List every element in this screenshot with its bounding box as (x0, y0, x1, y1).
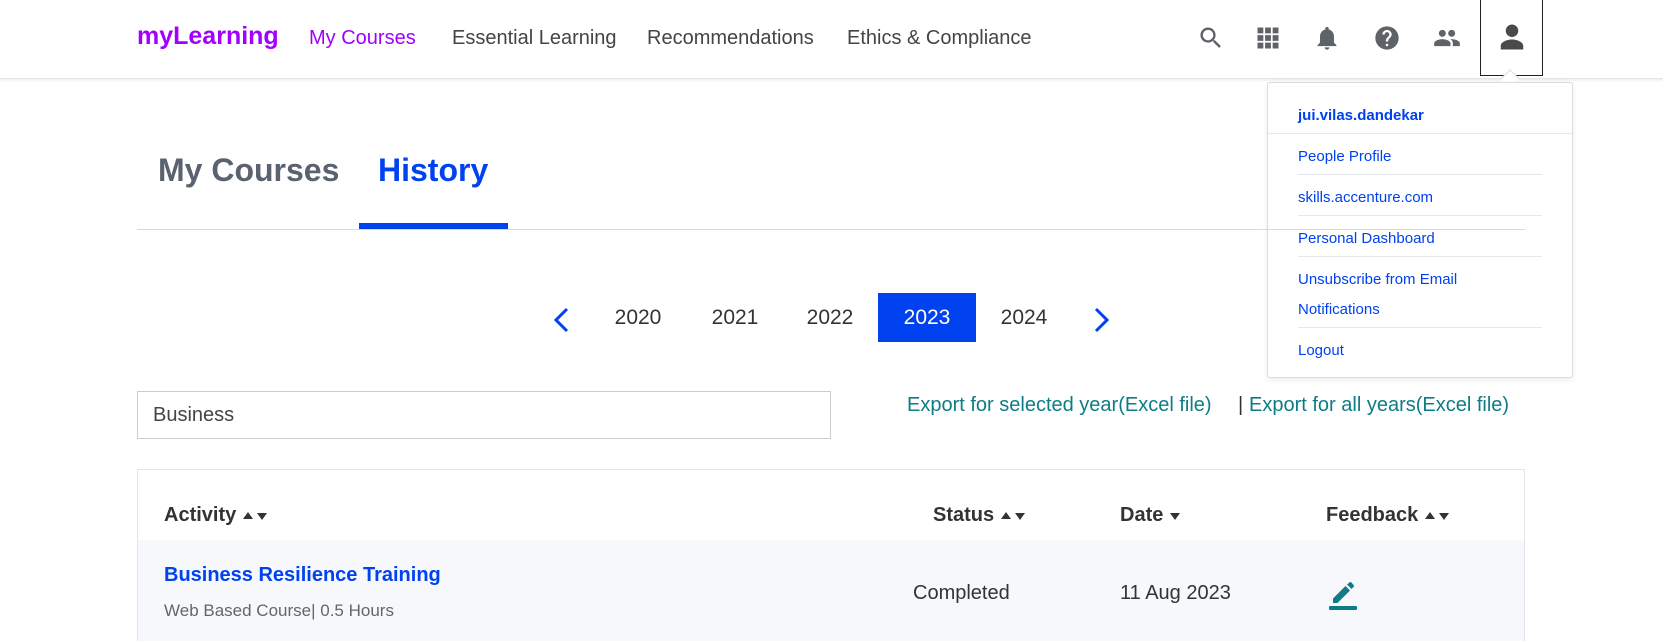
column-header-label: Date (1120, 504, 1164, 526)
column-header-label: Activity (164, 504, 237, 526)
chevron-left-icon[interactable] (547, 303, 577, 337)
export-selected-year-link[interactable]: Export for selected year(Excel file) (907, 394, 1212, 417)
profile-dropdown: jui.vilas.dandekar People Profile skills… (1267, 82, 1573, 378)
tab-my-courses[interactable]: My Courses (158, 152, 339, 189)
edit-feedback-icon[interactable] (1326, 577, 1360, 611)
sort-toggle-icon[interactable] (242, 511, 270, 521)
search-input[interactable] (137, 391, 831, 439)
sort-toggle-icon[interactable] (1424, 511, 1452, 521)
column-header-label: Feedback (1326, 504, 1419, 526)
course-status: Completed (913, 582, 1010, 604)
column-header-activity[interactable]: Activity (164, 504, 270, 527)
course-date: 11 Aug 2023 (1120, 582, 1231, 604)
year-2022[interactable]: 2022 (784, 293, 876, 342)
menu-item-people-profile[interactable]: People Profile (1298, 142, 1391, 172)
menu-item-unsubscribe-line2[interactable]: Notifications (1298, 295, 1380, 325)
nav-ethics-compliance[interactable]: Ethics & Compliance (847, 27, 1032, 50)
menu-item-skills[interactable]: skills.accenture.com (1298, 183, 1433, 213)
divider (1298, 256, 1542, 257)
course-meta: Web Based Course| 0.5 Hours (164, 601, 394, 620)
tab-history[interactable]: History (378, 152, 488, 189)
course-title-link[interactable]: Business Resilience Training (164, 564, 441, 587)
chevron-right-icon[interactable] (1086, 303, 1116, 337)
export-all-years-link[interactable]: Export for all years(Excel file) (1249, 394, 1509, 417)
user-icon[interactable] (1480, 0, 1543, 76)
top-navigation: myLearning My Courses Essential Learning… (0, 0, 1663, 79)
brand-logo[interactable]: myLearning (137, 22, 279, 51)
year-2021[interactable]: 2021 (689, 293, 781, 342)
menu-item-logout[interactable]: Logout (1298, 336, 1344, 366)
nav-essential-learning[interactable]: Essential Learning (452, 27, 617, 50)
column-header-feedback[interactable]: Feedback (1326, 504, 1452, 527)
year-2020[interactable]: 2020 (593, 293, 683, 342)
help-icon[interactable] (1367, 18, 1407, 58)
bell-icon[interactable] (1307, 18, 1347, 58)
menu-item-unsubscribe[interactable]: Unsubscribe from Email (1298, 265, 1457, 295)
year-2024[interactable]: 2024 (978, 293, 1070, 342)
export-separator: | (1238, 394, 1244, 416)
divider (1298, 215, 1542, 216)
divider (1298, 174, 1542, 175)
sort-down-icon[interactable] (1169, 511, 1183, 521)
divider (1298, 327, 1542, 328)
apps-grid-icon[interactable] (1248, 18, 1288, 58)
column-header-date[interactable]: Date (1120, 504, 1183, 527)
column-header-label: Status (933, 504, 995, 526)
nav-my-courses[interactable]: My Courses (309, 27, 416, 50)
search-icon[interactable] (1191, 18, 1231, 58)
year-2023[interactable]: 2023 (878, 293, 976, 342)
column-header-status[interactable]: Status (933, 504, 1028, 527)
divider (1268, 133, 1572, 134)
sort-toggle-icon[interactable] (1000, 511, 1028, 521)
history-table: Activity Status Date Feedback Business R… (137, 469, 1525, 641)
nav-recommendations[interactable]: Recommendations (647, 27, 814, 50)
profile-username: jui.vilas.dandekar (1298, 107, 1424, 124)
people-icon[interactable] (1427, 18, 1467, 58)
table-row: Business Resilience Training Web Based C… (138, 540, 1524, 641)
tab-divider (137, 229, 1525, 230)
